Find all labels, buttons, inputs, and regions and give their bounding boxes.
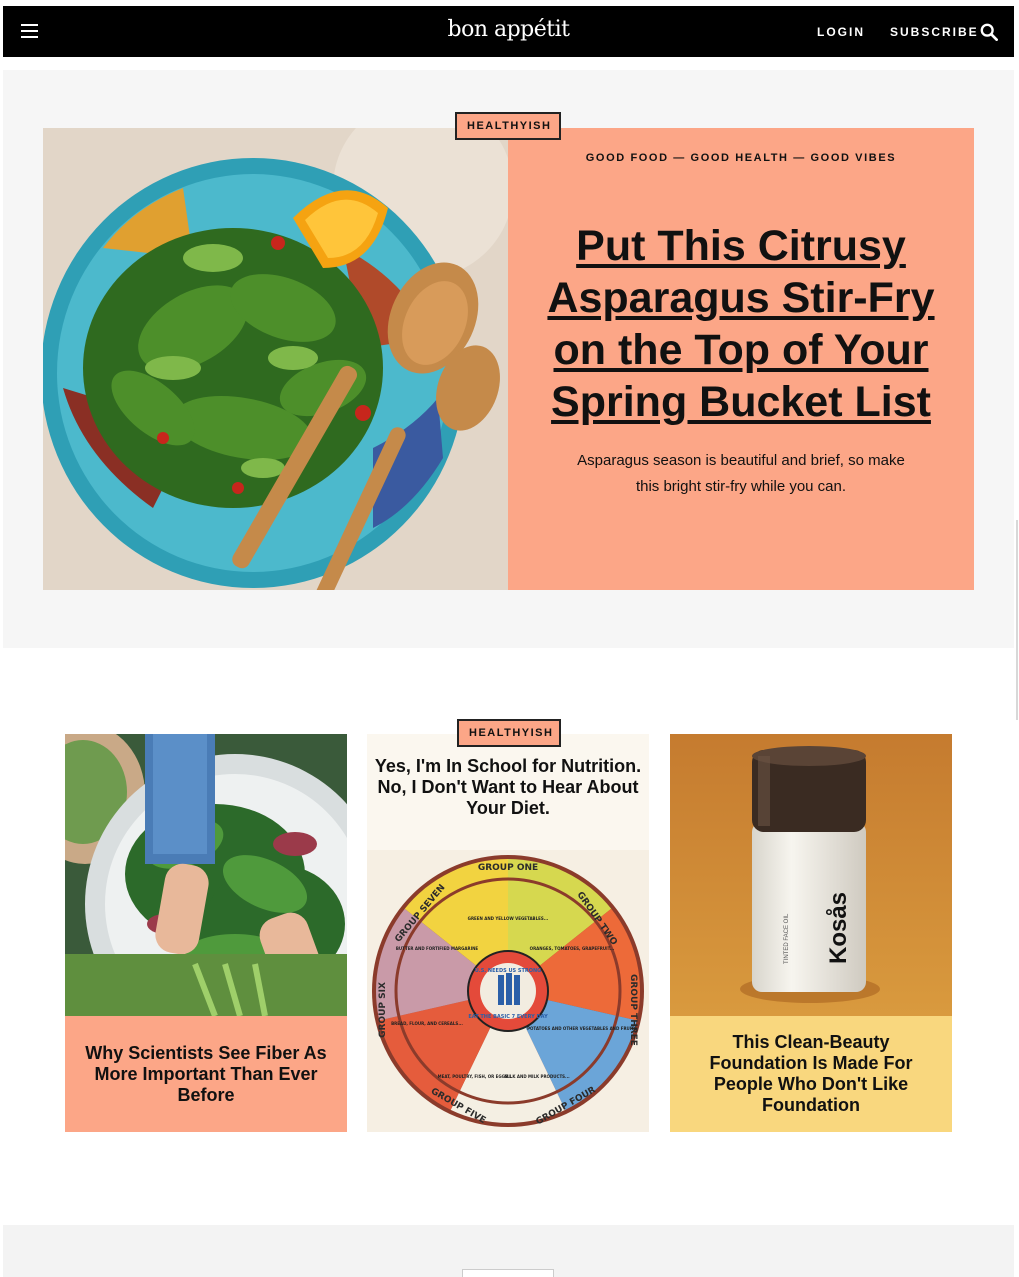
wheel-segment-label: GREEN AND YELLOW VEGETABLES... xyxy=(468,916,549,921)
next-section-tag xyxy=(462,1269,554,1277)
story-title[interactable]: Yes, I'm In School for Nutrition. No, I … xyxy=(373,756,643,819)
wheel-center-text: U.S. NEEDS US STRONG xyxy=(475,968,542,974)
story-card-foundation[interactable]: Kosås TINTED FACE OIL This Clean-Beauty … xyxy=(670,734,952,1132)
hero-description: Asparagus season is beautiful and brief,… xyxy=(577,452,905,495)
product-label-text: TINTED FACE OIL xyxy=(784,913,790,964)
next-section-strip xyxy=(3,1225,1014,1277)
hero-headline-link[interactable]: Put This Citrusy Asparagus Stir-Fry on t… xyxy=(518,220,964,428)
wheel-group-label: GROUP THREE xyxy=(628,974,638,1046)
story-title[interactable]: This Clean-Beauty Foundation Is Made For… xyxy=(670,1016,952,1132)
story-title[interactable]: Why Scientists See Fiber As More Importa… xyxy=(65,1016,347,1132)
wheel-group-label: GROUP ONE xyxy=(478,863,538,873)
story-cards-section: Why Scientists See Fiber As More Importa… xyxy=(3,648,1014,1225)
wheel-segment-label: MEAT, POULTRY, FISH, OR EGGS... xyxy=(438,1074,513,1079)
hero-text-panel: GOOD FOOD — GOOD HEALTH — GOOD VIBES Put… xyxy=(508,128,974,590)
product-brand-text: Kosås xyxy=(825,892,852,964)
wheel-center-text: EAT THE BASIC 7 EVERY DAY xyxy=(468,1014,548,1020)
login-link[interactable]: LOGIN xyxy=(817,25,865,39)
wheel-segment-label: BREAD, FLOUR, AND CEREALS... xyxy=(391,1021,463,1026)
basic-seven-food-wheel-image: GROUP ONE GROUP TWO GROUP THREE GROUP FO… xyxy=(367,850,649,1132)
hero-kicker: GOOD FOOD — GOOD HEALTH — GOOD VIBES xyxy=(585,152,897,164)
hero-image-asparagus-stir-fry[interactable] xyxy=(43,128,508,590)
wheel-group-label: GROUP SIX xyxy=(378,982,388,1038)
story-card-nutrition[interactable]: Yes, I'm In School for Nutrition. No, I … xyxy=(367,734,649,1132)
story-image-greens xyxy=(65,734,347,1016)
card-category-tag[interactable]: HEALTHYISH xyxy=(457,719,561,747)
story-card-fiber[interactable]: Why Scientists See Fiber As More Importa… xyxy=(65,734,347,1132)
story-image-kosas-bottle: Kosås TINTED FACE OIL xyxy=(670,734,952,1016)
wheel-segment-label: BUTTER AND FORTIFIED MARGARINE xyxy=(396,946,479,951)
hero-category-tag[interactable]: HEALTHYISH xyxy=(455,112,561,140)
subscribe-link[interactable]: SUBSCRIBE xyxy=(890,25,979,39)
search-icon[interactable] xyxy=(980,23,998,41)
scrollbar[interactable] xyxy=(1016,520,1018,720)
wheel-segment-label: MILK AND MILK PRODUCTS... xyxy=(504,1074,570,1079)
wheel-segment-label: POTATOES AND OTHER VEGETABLES AND FRUITS xyxy=(527,1026,637,1031)
wheel-segment-label: ORANGES, TOMATOES, GRAPEFRUIT... xyxy=(530,946,615,951)
hero-section: GOOD FOOD — GOOD HEALTH — GOOD VIBES Put… xyxy=(3,70,1014,648)
top-nav-bar: bon appétit LOGIN SUBSCRIBE xyxy=(3,6,1014,57)
